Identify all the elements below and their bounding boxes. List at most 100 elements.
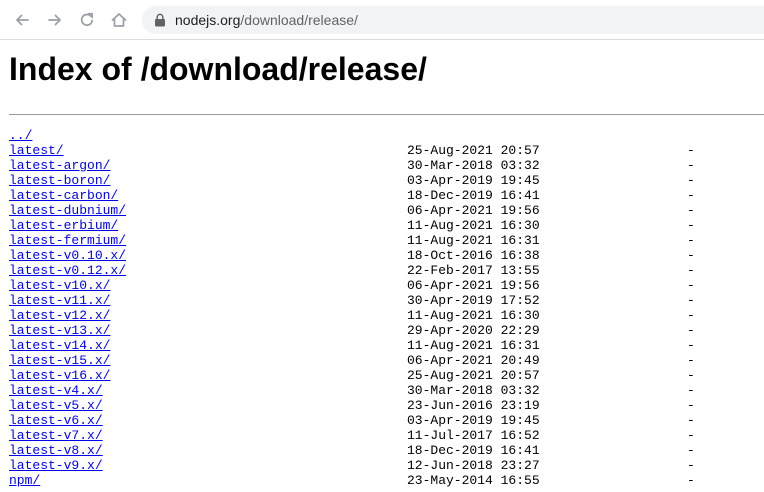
modified-date: 06-Apr-2021 19:56 xyxy=(407,278,540,293)
listing-row: latest-v15.x/06-Apr-2021 20:49 - xyxy=(9,353,764,368)
file-size: - xyxy=(687,458,695,473)
directory-link[interactable]: latest-boron/ xyxy=(9,173,110,188)
file-size: - xyxy=(687,368,695,383)
file-size: - xyxy=(687,413,695,428)
file-size: - xyxy=(687,443,695,458)
listing-row: latest-erbium/11-Aug-2021 16:30 - xyxy=(9,218,764,233)
divider xyxy=(9,114,764,115)
directory-link[interactable]: latest-fermium/ xyxy=(9,233,126,248)
listing-row: latest-argon/30-Mar-2018 03:32 - xyxy=(9,158,764,173)
listing-row: latest-v10.x/06-Apr-2021 19:56 - xyxy=(9,278,764,293)
browser-toolbar: nodejs.org/download/release/ xyxy=(0,0,764,40)
modified-date: 11-Aug-2021 16:30 xyxy=(407,218,540,233)
modified-date: 11-Aug-2021 16:31 xyxy=(407,338,540,353)
file-size: - xyxy=(687,398,695,413)
arrow-left-icon xyxy=(16,14,29,26)
modified-date: 03-Apr-2019 19:45 xyxy=(407,413,540,428)
file-size: - xyxy=(687,143,695,158)
listing-row: latest-fermium/11-Aug-2021 16:31 - xyxy=(9,233,764,248)
listing-row: latest-v14.x/11-Aug-2021 16:31 - xyxy=(9,338,764,353)
directory-link[interactable]: latest-carbon/ xyxy=(9,188,118,203)
listing-row: latest-carbon/18-Dec-2019 16:41 - xyxy=(9,188,764,203)
modified-date: 25-Aug-2021 20:57 xyxy=(407,368,540,383)
listing-row: latest-v6.x/03-Apr-2019 19:45 - xyxy=(9,413,764,428)
directory-link[interactable]: latest-v0.10.x/ xyxy=(9,248,126,263)
file-size: - xyxy=(687,473,695,488)
directory-listing: ../latest/25-Aug-2021 20:57- latest-argon… xyxy=(9,128,764,488)
listing-row: ../ xyxy=(9,128,764,143)
modified-date: 30-Mar-2018 03:32 xyxy=(407,383,540,398)
listing-row: latest-v0.12.x/22-Feb-2017 13:55 - xyxy=(9,263,764,278)
listing-row: latest-dubnium/06-Apr-2021 19:56 - xyxy=(9,203,764,218)
directory-link[interactable]: latest-v4.x/ xyxy=(9,383,103,398)
modified-date: 25-Aug-2021 20:57 xyxy=(407,143,540,158)
directory-link[interactable]: ../ xyxy=(9,128,32,143)
file-size: - xyxy=(687,293,695,308)
listing-row: latest-boron/03-Apr-2019 19:45 - xyxy=(9,173,764,188)
directory-link[interactable]: latest-v10.x/ xyxy=(9,278,110,293)
modified-date: 12-Jun-2018 23:27 xyxy=(407,458,540,473)
modified-date: 23-May-2014 16:55 xyxy=(407,473,540,488)
modified-date: 18-Dec-2019 16:41 xyxy=(407,188,540,203)
file-size: - xyxy=(687,338,695,353)
page-title: Index of /download/release/ xyxy=(9,51,427,87)
listing-row: latest-v8.x/18-Dec-2019 16:41 - xyxy=(9,443,764,458)
file-size: - xyxy=(687,263,695,278)
file-size: - xyxy=(687,428,695,443)
file-size: - xyxy=(687,173,695,188)
modified-date: 23-Jun-2016 23:19 xyxy=(407,398,540,413)
directory-link[interactable]: latest-v5.x/ xyxy=(9,398,103,413)
directory-link[interactable]: latest/ xyxy=(9,143,64,158)
address-bar[interactable]: nodejs.org/download/release/ xyxy=(142,6,764,34)
directory-link[interactable]: latest-dubnium/ xyxy=(9,203,126,218)
url-host: nodejs.org xyxy=(175,12,241,28)
modified-date: 30-Apr-2019 17:52 xyxy=(407,293,540,308)
url-path: /download/release/ xyxy=(240,12,358,28)
modified-date: 03-Apr-2019 19:45 xyxy=(407,173,540,188)
file-size: - xyxy=(687,203,695,218)
directory-link[interactable]: latest-v16.x/ xyxy=(9,368,110,383)
directory-link[interactable]: latest-v14.x/ xyxy=(9,338,110,353)
file-size: - xyxy=(687,323,695,338)
page-content: Index of /download/release/ ../latest/25… xyxy=(0,40,764,492)
file-size: - xyxy=(687,278,695,293)
listing-row: latest-v16.x/25-Aug-2021 20:57 - xyxy=(9,368,764,383)
forward-button[interactable] xyxy=(43,8,67,32)
directory-link[interactable]: latest-v15.x/ xyxy=(9,353,110,368)
listing-row: latest-v4.x/30-Mar-2018 03:32 - xyxy=(9,383,764,398)
directory-link[interactable]: latest-v9.x/ xyxy=(9,458,103,473)
directory-link[interactable]: latest-v6.x/ xyxy=(9,413,103,428)
modified-date: 11-Aug-2021 16:31 xyxy=(407,233,540,248)
back-button[interactable] xyxy=(10,8,34,32)
arrow-right-icon xyxy=(48,14,61,26)
modified-date: 29-Apr-2020 22:29 xyxy=(407,323,540,338)
directory-link[interactable]: latest-v11.x/ xyxy=(9,293,110,308)
listing-row: latest-v9.x/12-Jun-2018 23:27 - xyxy=(9,458,764,473)
directory-link[interactable]: latest-argon/ xyxy=(9,158,110,173)
home-icon xyxy=(111,13,127,27)
file-size: - xyxy=(687,158,695,173)
file-size: - xyxy=(687,188,695,203)
address-text: nodejs.org/download/release/ xyxy=(175,12,358,28)
modified-date: 11-Aug-2021 16:30 xyxy=(407,308,540,323)
directory-link[interactable]: latest-v12.x/ xyxy=(9,308,110,323)
directory-link[interactable]: latest-v7.x/ xyxy=(9,428,103,443)
directory-link[interactable]: npm/ xyxy=(9,473,40,488)
directory-link[interactable]: latest-v0.12.x/ xyxy=(9,263,126,278)
file-size: - xyxy=(687,233,695,248)
directory-link[interactable]: latest-erbium/ xyxy=(9,218,118,233)
listing-row: latest-v0.10.x/18-Oct-2016 16:38 - xyxy=(9,248,764,263)
modified-date: 18-Dec-2019 16:41 xyxy=(407,443,540,458)
home-button[interactable] xyxy=(107,8,131,32)
listing-row: npm/23-May-2014 16:55 - xyxy=(9,473,764,488)
modified-date: 06-Apr-2021 20:49 xyxy=(407,353,540,368)
reload-icon xyxy=(80,12,94,27)
listing-row: latest-v11.x/30-Apr-2019 17:52 - xyxy=(9,293,764,308)
modified-date: 11-Jul-2017 16:52 xyxy=(407,428,540,443)
reload-button[interactable] xyxy=(75,8,99,32)
file-size: - xyxy=(687,383,695,398)
file-size: - xyxy=(687,353,695,368)
listing-row: latest/25-Aug-2021 20:57 - xyxy=(9,143,764,158)
directory-link[interactable]: latest-v13.x/ xyxy=(9,323,110,338)
directory-link[interactable]: latest-v8.x/ xyxy=(9,443,103,458)
